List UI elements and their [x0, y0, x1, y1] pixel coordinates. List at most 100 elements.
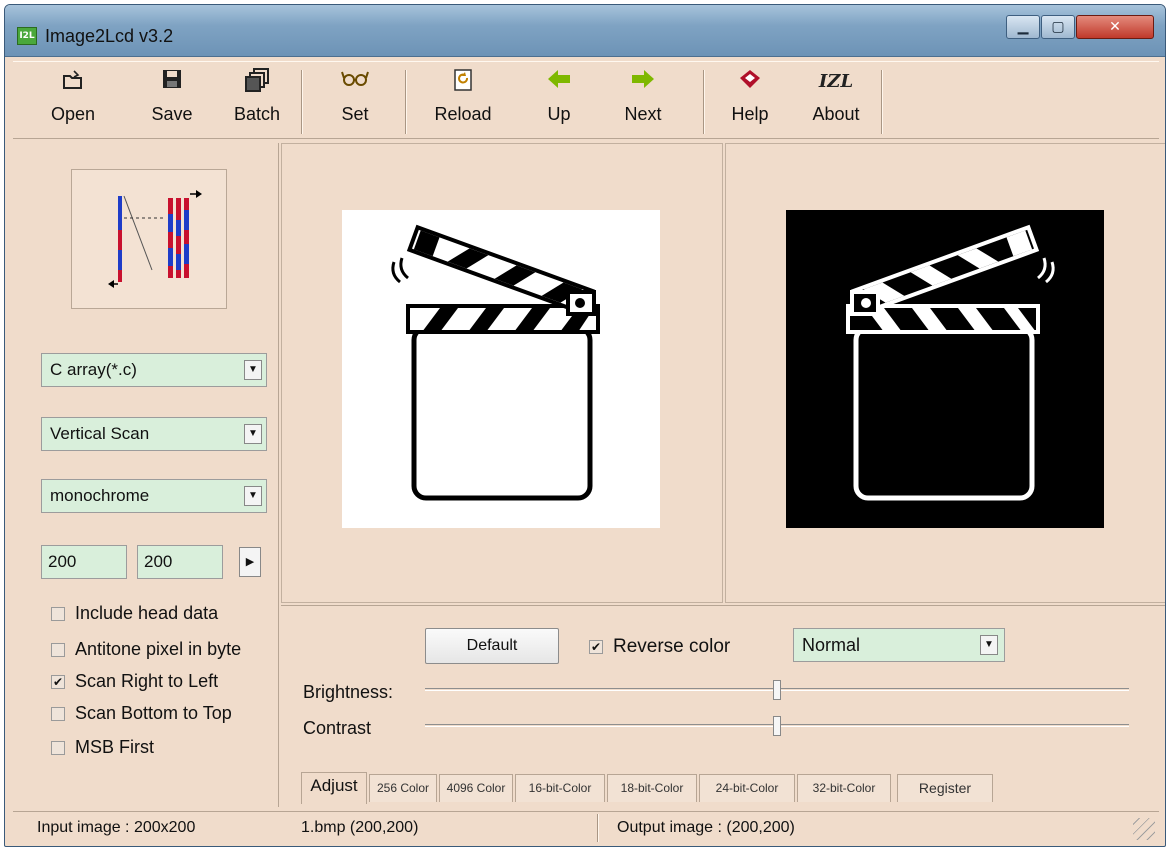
arrow-left-icon	[537, 68, 581, 96]
include-head-data-option[interactable]: Include head data	[51, 603, 218, 629]
reverse-color-checkbox[interactable]: ✔	[589, 639, 603, 654]
output-format-value: C array(*.c)	[50, 360, 137, 379]
scan-bottom-to-top-label: Scan Bottom to Top	[75, 703, 232, 723]
tab-register[interactable]: Register	[897, 774, 993, 802]
include-head-data-label: Include head data	[75, 603, 219, 623]
toolbar-separator	[405, 70, 407, 134]
maximize-button[interactable]: ▢	[1041, 15, 1075, 39]
status-bar: Input image : 200x200 1.bmp (200,200) Ou…	[13, 811, 1159, 843]
close-button[interactable]: ✕	[1076, 15, 1154, 39]
tab-4096-color[interactable]: 4096 Color	[439, 774, 513, 802]
title-bar[interactable]: I2L Image2Lcd v3.2 ▁ ▢ ✕	[5, 5, 1165, 57]
window-title: Image2Lcd v3.2	[45, 26, 174, 46]
glasses-icon	[327, 68, 383, 96]
save-label: Save	[151, 104, 193, 124]
batch-icon	[225, 68, 289, 96]
max-width-field[interactable]: 200	[41, 545, 127, 579]
chevron-down-icon[interactable]: ▼	[244, 360, 262, 380]
apply-size-button[interactable]: ▶	[239, 547, 261, 577]
batch-label: Batch	[233, 104, 281, 124]
output-image-status: Output image : (200,200)	[617, 819, 795, 836]
antitone-pixel-label: Antitone pixel in byte	[75, 639, 242, 659]
next-button[interactable]: Next	[617, 68, 669, 136]
reverse-color-option[interactable]: ✔ Reverse color	[589, 636, 730, 658]
open-button[interactable]: Open	[43, 68, 103, 136]
scan-bottom-to-top-option[interactable]: Scan Bottom to Top	[51, 703, 232, 729]
brightness-label: Brightness:	[303, 682, 394, 702]
scan-mode-diagram	[71, 169, 227, 309]
antitone-pixel-checkbox[interactable]	[51, 643, 65, 658]
color-depth-select[interactable]: monochrome ▼	[41, 479, 267, 513]
next-label: Next	[624, 104, 662, 124]
antitone-pixel-option[interactable]: Antitone pixel in byte	[51, 639, 241, 665]
scan-bottom-to-top-checkbox[interactable]	[51, 707, 65, 722]
tab-adjust[interactable]: Adjust	[301, 772, 367, 804]
contrast-label: Contrast	[303, 718, 372, 738]
toolbar: Open Save Batch Set Reload Up Next Help …	[13, 61, 1159, 139]
up-button[interactable]: Up	[537, 68, 581, 136]
about-izl-icon: IZL	[818, 71, 854, 92]
include-head-data-checkbox[interactable]	[51, 607, 65, 622]
up-label: Up	[547, 104, 571, 124]
scan-right-to-left-option[interactable]: ✔ Scan Right to Left	[51, 671, 218, 697]
resize-grip[interactable]	[1133, 818, 1155, 840]
minimize-button[interactable]: ▁	[1006, 15, 1040, 39]
reload-icon	[427, 68, 499, 96]
tab-256-color[interactable]: 256 Color	[369, 774, 437, 802]
toolbar-separator	[703, 70, 705, 134]
input-image	[342, 210, 660, 528]
status-separator	[597, 814, 599, 842]
reverse-color-label: Reverse color	[613, 636, 731, 657]
scan-mode-select[interactable]: Vertical Scan ▼	[41, 417, 267, 451]
mode-select[interactable]: Normal ▼	[793, 628, 1005, 662]
max-height-field[interactable]: 200	[137, 545, 223, 579]
tab-24-bit-color[interactable]: 24-bit-Color	[699, 774, 795, 802]
save-button[interactable]: Save	[143, 68, 201, 136]
app-logo-icon: I2L	[17, 27, 37, 45]
brightness-slider[interactable]	[425, 680, 1129, 700]
reload-label: Reload	[434, 104, 492, 124]
color-depth-value: monochrome	[50, 486, 150, 505]
tab-32-bit-color[interactable]: 32-bit-Color	[797, 774, 891, 802]
toolbar-separator	[881, 70, 883, 134]
contrast-slider-thumb[interactable]	[773, 716, 781, 736]
about-label: About	[812, 104, 860, 124]
arrow-right-icon	[617, 68, 669, 96]
scan-right-to-left-checkbox[interactable]: ✔	[51, 675, 65, 690]
input-image-status: Input image : 200x200	[37, 819, 196, 836]
chevron-down-icon[interactable]: ▼	[980, 635, 998, 655]
help-button[interactable]: Help	[725, 68, 775, 136]
input-preview-panel	[281, 143, 723, 603]
tab-18-bit-color[interactable]: 18-bit-Color	[607, 774, 697, 802]
output-preview-panel	[725, 143, 1165, 603]
set-label: Set	[341, 104, 369, 124]
msb-first-option[interactable]: MSB First	[51, 737, 154, 763]
chevron-down-icon[interactable]: ▼	[244, 424, 262, 444]
output-format-select[interactable]: C array(*.c) ▼	[41, 353, 267, 387]
save-disk-icon	[143, 68, 201, 96]
msb-first-label: MSB First	[75, 737, 154, 757]
contrast-slider[interactable]	[425, 716, 1129, 736]
help-book-icon	[725, 68, 775, 96]
open-label: Open	[50, 104, 96, 124]
reload-button[interactable]: Reload	[427, 68, 499, 136]
about-button[interactable]: IZL About	[803, 68, 869, 136]
mode-value: Normal	[802, 635, 861, 655]
file-status: 1.bmp (200,200)	[301, 819, 419, 836]
tab-16-bit-color[interactable]: 16-bit-Color	[515, 774, 605, 802]
scan-right-to-left-label: Scan Right to Left	[75, 671, 219, 691]
msb-first-checkbox[interactable]	[51, 741, 65, 756]
brightness-slider-thumb[interactable]	[773, 680, 781, 700]
output-image	[786, 210, 1104, 528]
settings-panel: C array(*.c) ▼ Vertical Scan ▼ monochrom…	[13, 143, 279, 807]
open-folder-icon	[43, 68, 103, 96]
help-label: Help	[731, 104, 769, 124]
chevron-down-icon[interactable]: ▼	[244, 486, 262, 506]
app-window: I2L Image2Lcd v3.2 ▁ ▢ ✕ Open Save Batch	[4, 4, 1166, 847]
toolbar-separator	[301, 70, 303, 134]
set-button[interactable]: Set	[327, 68, 383, 136]
batch-button[interactable]: Batch	[225, 68, 289, 136]
default-button[interactable]: Default	[425, 628, 559, 664]
scan-mode-value: Vertical Scan	[50, 424, 150, 443]
adjust-panel: Default ✔ Reverse color Normal ▼ Brightne…	[281, 605, 1165, 807]
